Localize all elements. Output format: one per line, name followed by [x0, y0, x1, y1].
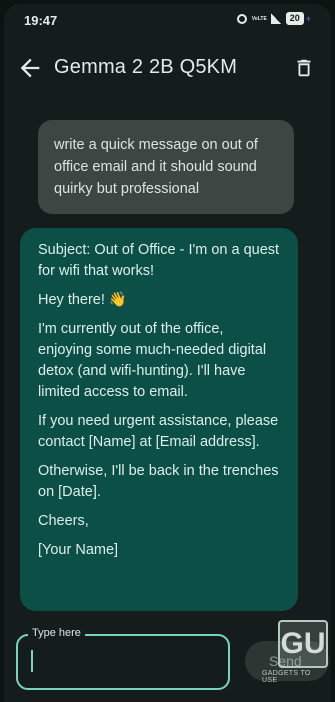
status-time: 19:47 [24, 13, 58, 28]
volte-icon: VoLTE [251, 15, 267, 22]
user-message-bubble: write a quick message on out of office e… [38, 120, 294, 214]
watermark-text: GADGETS TO USE [262, 670, 311, 684]
signal-icon [270, 13, 281, 24]
user-message-text: write a quick message on out of office e… [54, 137, 258, 197]
assistant-paragraph: [Your Name] [38, 542, 119, 558]
app-bar: Gemma 2 2B Q5KM [4, 44, 331, 94]
trash-icon[interactable] [293, 56, 315, 80]
assistant-paragraph: Cheers, [38, 513, 89, 529]
battery-indicator: 20 [285, 12, 304, 25]
charging-icon: + [305, 13, 311, 24]
alarm-icon [236, 13, 247, 24]
message-input[interactable] [30, 648, 219, 676]
assistant-paragraph: Hey there! 👋 [38, 292, 127, 308]
input-label: Type here [28, 627, 85, 639]
text-cursor [31, 650, 33, 672]
page-title: Gemma 2 2B Q5KM [54, 56, 238, 78]
assistant-message-bubble: Subject: Out of Office - I'm on a quest … [20, 228, 298, 611]
watermark-logo: GU [278, 620, 328, 668]
status-icons: VoLTE 20 + [236, 12, 311, 25]
assistant-paragraph: Subject: Out of Office - I'm on a quest … [38, 242, 280, 279]
watermark: GU GADGETS TO USE [262, 618, 332, 698]
message-input-container[interactable]: Type here [16, 627, 230, 690]
assistant-paragraph: Otherwise, I'll be back in the trenches … [38, 463, 279, 500]
arrow-back-icon[interactable] [16, 54, 44, 82]
status-bar: 19:47 VoLTE 20 + [4, 4, 331, 36]
phone-screen: 19:47 VoLTE 20 + Gemma 2 2B Q5KM write a… [4, 4, 331, 702]
assistant-paragraph: I'm currently out of the office, enjoyin… [38, 321, 267, 400]
assistant-paragraph: If you need urgent assistance, please co… [38, 413, 279, 450]
